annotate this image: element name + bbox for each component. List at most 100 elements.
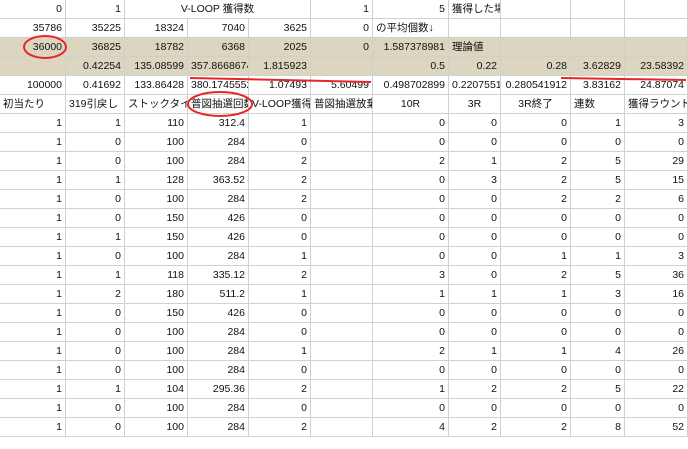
data-cell[interactable]: 1 xyxy=(0,342,66,361)
data-cell[interactable]: 335.12 xyxy=(188,266,249,285)
data-cell[interactable]: 3 xyxy=(449,171,501,190)
sheet-cell[interactable]: 5.60499 xyxy=(311,76,373,95)
data-cell[interactable]: 1 xyxy=(501,285,571,304)
sheet-cell[interactable] xyxy=(0,57,66,76)
data-cell[interactable]: 2 xyxy=(373,152,449,171)
sheet-cell[interactable]: 23.58392 xyxy=(625,57,688,76)
data-cell[interactable] xyxy=(311,171,373,190)
sheet-cell[interactable] xyxy=(449,19,501,38)
data-cell[interactable]: 0 xyxy=(625,228,688,247)
data-cell[interactable]: 1 xyxy=(0,228,66,247)
data-cell[interactable]: 1 xyxy=(66,266,125,285)
data-cell[interactable]: 0 xyxy=(373,399,449,418)
data-cell[interactable]: 22 xyxy=(625,380,688,399)
data-cell[interactable]: 295.36 xyxy=(188,380,249,399)
data-cell[interactable]: 1 xyxy=(249,114,311,133)
data-cell[interactable]: 1 xyxy=(66,228,125,247)
data-cell[interactable]: 5 xyxy=(571,152,625,171)
data-cell[interactable]: 1 xyxy=(249,247,311,266)
data-cell[interactable]: 2 xyxy=(501,418,571,437)
sheet-cell[interactable]: 7040 xyxy=(188,19,249,38)
data-cell[interactable]: 52 xyxy=(625,418,688,437)
data-cell[interactable]: 150 xyxy=(125,228,188,247)
data-cell[interactable] xyxy=(311,133,373,152)
data-cell[interactable]: 0 xyxy=(449,228,501,247)
data-cell[interactable]: 0 xyxy=(66,304,125,323)
sheet-cell[interactable]: 0.28 xyxy=(501,57,571,76)
data-cell[interactable]: 1 xyxy=(0,114,66,133)
data-cell[interactable] xyxy=(311,247,373,266)
data-cell[interactable]: 0 xyxy=(571,361,625,380)
data-cell[interactable]: 0 xyxy=(501,228,571,247)
data-cell[interactable]: 0 xyxy=(249,133,311,152)
sheet-cell[interactable] xyxy=(625,19,688,38)
data-cell[interactable]: 0 xyxy=(571,209,625,228)
data-cell[interactable]: 0 xyxy=(449,247,501,266)
data-cell[interactable]: 0 xyxy=(501,133,571,152)
data-cell[interactable] xyxy=(311,266,373,285)
sheet-cell[interactable] xyxy=(625,0,688,19)
data-cell[interactable]: 2 xyxy=(501,190,571,209)
sheet-cell[interactable]: 35786 xyxy=(0,19,66,38)
data-cell[interactable]: 1 xyxy=(373,285,449,304)
data-cell[interactable]: 1 xyxy=(0,152,66,171)
data-cell[interactable]: 1 xyxy=(0,399,66,418)
data-cell[interactable]: 5 xyxy=(571,266,625,285)
sheet-cell[interactable]: 133.86428 xyxy=(125,76,188,95)
data-cell[interactable]: 0 xyxy=(501,361,571,380)
data-cell[interactable]: 0 xyxy=(373,209,449,228)
sheet-cell[interactable]: 連数 xyxy=(571,95,625,114)
data-cell[interactable]: 284 xyxy=(188,323,249,342)
sheet-cell[interactable]: 1 xyxy=(66,0,125,19)
sheet-cell[interactable]: 1 xyxy=(311,0,373,19)
sheet-cell[interactable] xyxy=(571,0,625,19)
sheet-cell[interactable]: 1.815923 xyxy=(249,57,311,76)
data-cell[interactable]: 0 xyxy=(66,399,125,418)
data-cell[interactable]: 4 xyxy=(571,342,625,361)
data-cell[interactable]: 2 xyxy=(373,342,449,361)
data-cell[interactable] xyxy=(311,152,373,171)
data-cell[interactable]: 0 xyxy=(449,323,501,342)
data-cell[interactable]: 8 xyxy=(571,418,625,437)
sheet-cell[interactable]: 0.280541912 xyxy=(501,76,571,95)
sheet-cell[interactable]: 0.22075519 xyxy=(449,76,501,95)
sheet-cell[interactable] xyxy=(501,19,571,38)
data-cell[interactable]: 100 xyxy=(125,399,188,418)
data-cell[interactable]: 0 xyxy=(66,323,125,342)
data-cell[interactable]: 0 xyxy=(571,323,625,342)
data-cell[interactable]: 0 xyxy=(501,209,571,228)
data-cell[interactable]: 0 xyxy=(625,323,688,342)
data-cell[interactable]: 0 xyxy=(66,190,125,209)
sheet-cell[interactable]: 319引戻し xyxy=(66,95,125,114)
sheet-cell[interactable]: 18782 xyxy=(125,38,188,57)
data-cell[interactable]: 426 xyxy=(188,228,249,247)
sheet-cell[interactable]: V-LOOP 獲得数 xyxy=(125,0,311,19)
data-cell[interactable]: 312.4 xyxy=(188,114,249,133)
sheet-cell[interactable]: 2025 xyxy=(249,38,311,57)
data-cell[interactable]: 2 xyxy=(449,418,501,437)
data-cell[interactable]: 3 xyxy=(373,266,449,285)
data-cell[interactable]: 1 xyxy=(0,323,66,342)
data-cell[interactable]: 284 xyxy=(188,190,249,209)
data-cell[interactable]: 1 xyxy=(0,171,66,190)
data-cell[interactable]: 110 xyxy=(125,114,188,133)
data-cell[interactable]: 0 xyxy=(66,361,125,380)
data-cell[interactable]: 1 xyxy=(449,285,501,304)
data-cell[interactable]: 0 xyxy=(571,228,625,247)
data-cell[interactable] xyxy=(311,228,373,247)
data-cell[interactable]: 0 xyxy=(66,418,125,437)
sheet-cell[interactable]: 理論値 xyxy=(449,38,501,57)
data-cell[interactable]: 36 xyxy=(625,266,688,285)
sheet-cell[interactable]: 0 xyxy=(311,19,373,38)
data-cell[interactable]: 15 xyxy=(625,171,688,190)
data-cell[interactable]: 1 xyxy=(66,171,125,190)
data-cell[interactable]: 1 xyxy=(66,114,125,133)
data-cell[interactable] xyxy=(311,361,373,380)
data-cell[interactable]: 0 xyxy=(249,361,311,380)
data-cell[interactable]: 426 xyxy=(188,304,249,323)
data-cell[interactable]: 1 xyxy=(373,380,449,399)
data-cell[interactable]: 1 xyxy=(249,285,311,304)
data-cell[interactable]: 0 xyxy=(625,209,688,228)
data-cell[interactable]: 1 xyxy=(0,247,66,266)
data-cell[interactable]: 2 xyxy=(501,171,571,190)
